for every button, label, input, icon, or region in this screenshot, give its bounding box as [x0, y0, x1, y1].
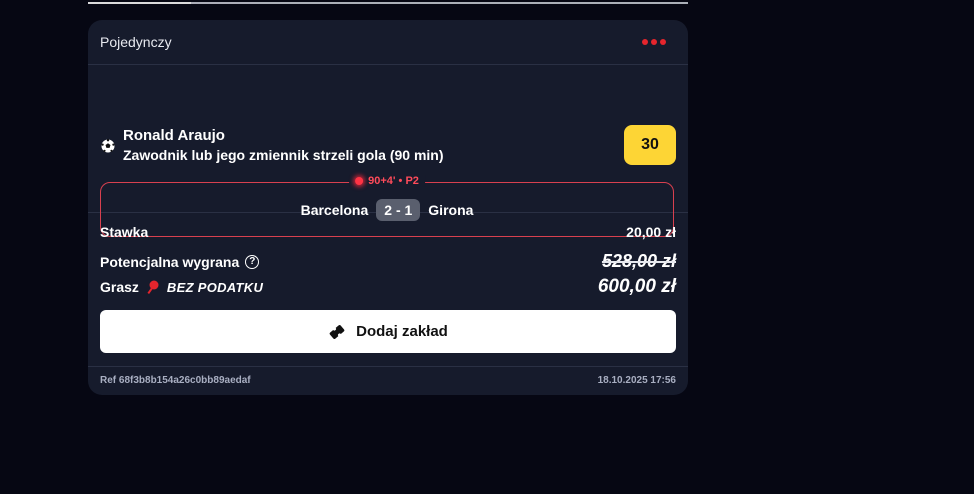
live-dot-icon	[355, 177, 364, 185]
stake-value: 20,00 zł	[626, 224, 676, 240]
grasz-label-wrap: Grasz BEZ PODATKU	[100, 279, 263, 295]
bet-reference: Ref 68f3b8b154a26c0bb89aedaf	[100, 375, 251, 386]
summary-block: Stawka 20,00 zł Potencjalna wygrana ? 52…	[88, 212, 688, 367]
potential-row: Potencjalna wygrana ? 528,00 zł	[100, 251, 676, 272]
add-bet-button[interactable]: Dodaj zakład	[100, 310, 676, 353]
more-options-icon[interactable]	[642, 39, 666, 45]
ticket-icon	[329, 324, 345, 339]
grasz-label: Grasz	[100, 279, 139, 295]
market-name: Zawodnik lub jego zmiennik strzeli gola …	[123, 147, 444, 163]
pin-icon	[147, 280, 159, 295]
live-status-text: 90+4' • P2	[368, 175, 419, 187]
bet-type-title: Pojedynczy	[100, 34, 172, 50]
card-footer: Ref 68f3b8b154a26c0bb89aedaf 18.10.2025 …	[100, 375, 676, 386]
potential-label: Potencjalna wygrana	[100, 253, 240, 270]
player-name: Ronald Araujo	[123, 127, 225, 144]
soccer-ball-icon	[101, 139, 115, 153]
final-win-value: 600,00 zł	[597, 276, 676, 297]
card-header: Pojedynczy	[88, 20, 688, 65]
odds-badge[interactable]: 30	[624, 125, 676, 165]
active-tab-indicator	[88, 2, 191, 4]
tab-underline	[88, 2, 688, 4]
stake-row: Stawka 20,00 zł	[100, 224, 676, 240]
potential-old-value: 528,00 zł	[601, 251, 676, 271]
bet-date: 18.10.2025 17:56	[597, 375, 676, 386]
add-bet-label: Dodaj zakład	[356, 323, 448, 340]
grasz-row: Grasz BEZ PODATKU 600,00 zł	[100, 276, 676, 298]
stake-label: Stawka	[100, 224, 149, 240]
bet-slip-card: Pojedynczy Ronald Araujo Zawodnik lub je…	[88, 20, 688, 395]
help-icon[interactable]: ?	[245, 254, 260, 269]
selection-block: Ronald Araujo Zawodnik lub jego zmiennik…	[88, 65, 688, 237]
potential-label-wrap: Potencjalna wygrana ?	[100, 253, 260, 270]
live-status: 90+4' • P2	[349, 175, 425, 187]
tax-free-label: BEZ PODATKU	[166, 279, 264, 295]
